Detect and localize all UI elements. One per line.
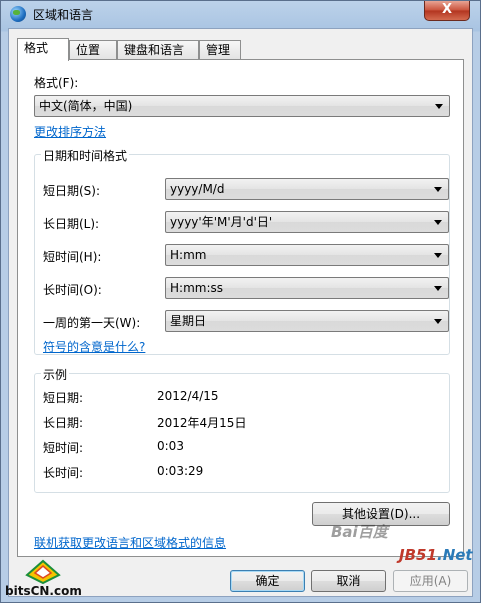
title-bar[interactable]: 区域和语言 X	[1, 1, 480, 27]
long-date-label: 长日期(L):	[43, 217, 100, 231]
format-label: 格式(F):	[34, 76, 79, 90]
jb51-watermark: JB51	[399, 546, 437, 564]
chevron-down-icon	[434, 319, 442, 324]
ok-button[interactable]: 确定	[230, 570, 305, 592]
chevron-down-icon	[434, 220, 442, 225]
example-short-time-label: 短时间:	[43, 441, 84, 455]
short-time-value: H:mm	[170, 248, 207, 262]
example-short-date-value: 2012/4/15	[157, 389, 219, 403]
long-time-label: 长时间(O):	[43, 283, 102, 297]
example-long-date-value: 2012年4月15日	[157, 416, 247, 430]
long-date-value: yyyy'年'M'月'd'日'	[170, 215, 273, 229]
jb51-net-watermark: .Net	[437, 546, 473, 564]
tab-format[interactable]: 格式	[17, 38, 69, 61]
bitscn-logo-icon-svg	[25, 559, 61, 585]
datetime-format-group: 日期和时间格式 短日期(S): yyyy/M/d 长日期(L): yyyy'年'…	[34, 147, 450, 355]
chevron-down-icon	[434, 286, 442, 291]
change-sort-link[interactable]: 更改排序方法	[34, 123, 106, 140]
symbol-meaning-link[interactable]: 符号的含意是什么?	[43, 338, 145, 355]
long-time-select[interactable]: H:mm:ss	[165, 277, 449, 299]
datetime-format-title: 日期和时间格式	[41, 147, 130, 164]
long-date-select[interactable]: yyyy'年'M'月'd'日'	[165, 211, 449, 233]
first-day-label: 一周的第一天(W):	[43, 316, 141, 330]
chevron-down-icon	[434, 253, 442, 258]
example-long-date-label: 长日期:	[43, 416, 84, 430]
format-select-value: 中文(简体，中国)	[39, 99, 133, 113]
baidu-watermark: Bai百度	[331, 523, 388, 541]
first-day-select[interactable]: 星期日	[165, 310, 449, 332]
first-day-value: 星期日	[170, 314, 207, 328]
tab-administrative[interactable]: 管理	[199, 40, 241, 59]
format-select[interactable]: 中文(简体，中国)	[34, 95, 450, 117]
region-language-window: 区域和语言 X 格式 位置 键盘和语言 管理 格式(F): 中文(简体，中国) …	[0, 0, 481, 603]
short-time-select[interactable]: H:mm	[165, 244, 449, 266]
example-short-time-value: 0:03	[157, 439, 184, 453]
globe-icon	[10, 6, 26, 22]
tab-keyboard-language[interactable]: 键盘和语言	[117, 40, 199, 59]
short-date-select[interactable]: yyyy/M/d	[165, 178, 449, 200]
apply-button[interactable]: 应用(A)	[393, 570, 468, 592]
chevron-down-icon	[434, 187, 442, 192]
format-tab-panel: 格式(F): 中文(简体，中国) 更改排序方法 日期和时间格式 短日期(S): …	[17, 59, 464, 557]
tab-location[interactable]: 位置	[69, 40, 117, 59]
bitscn-logo-icon	[23, 557, 63, 585]
examples-group: 示例 短日期: 2012/4/15 长日期: 2012年4月15日 短时间: 0…	[34, 366, 450, 493]
close-button[interactable]: X	[424, 1, 470, 21]
dialog-client: 格式 位置 键盘和语言 管理 格式(F): 中文(简体，中国) 更改排序方法 日…	[8, 28, 473, 597]
cancel-button[interactable]: 取消	[311, 570, 386, 592]
long-time-value: H:mm:ss	[170, 281, 223, 295]
short-date-label: 短日期(S):	[43, 184, 101, 198]
example-long-time-label: 长时间:	[43, 466, 84, 480]
example-long-time-value: 0:03:29	[157, 464, 204, 478]
online-info-link[interactable]: 联机获取更改语言和区域格式的信息	[34, 534, 226, 551]
examples-title: 示例	[41, 366, 70, 383]
short-date-value: yyyy/M/d	[170, 182, 225, 196]
example-short-date-label: 短日期:	[43, 391, 84, 405]
short-time-label: 短时间(H):	[43, 250, 102, 264]
chevron-down-icon	[435, 104, 443, 109]
window-title: 区域和语言	[33, 8, 94, 22]
bitscn-watermark-text: bitsCN.com	[5, 584, 82, 598]
